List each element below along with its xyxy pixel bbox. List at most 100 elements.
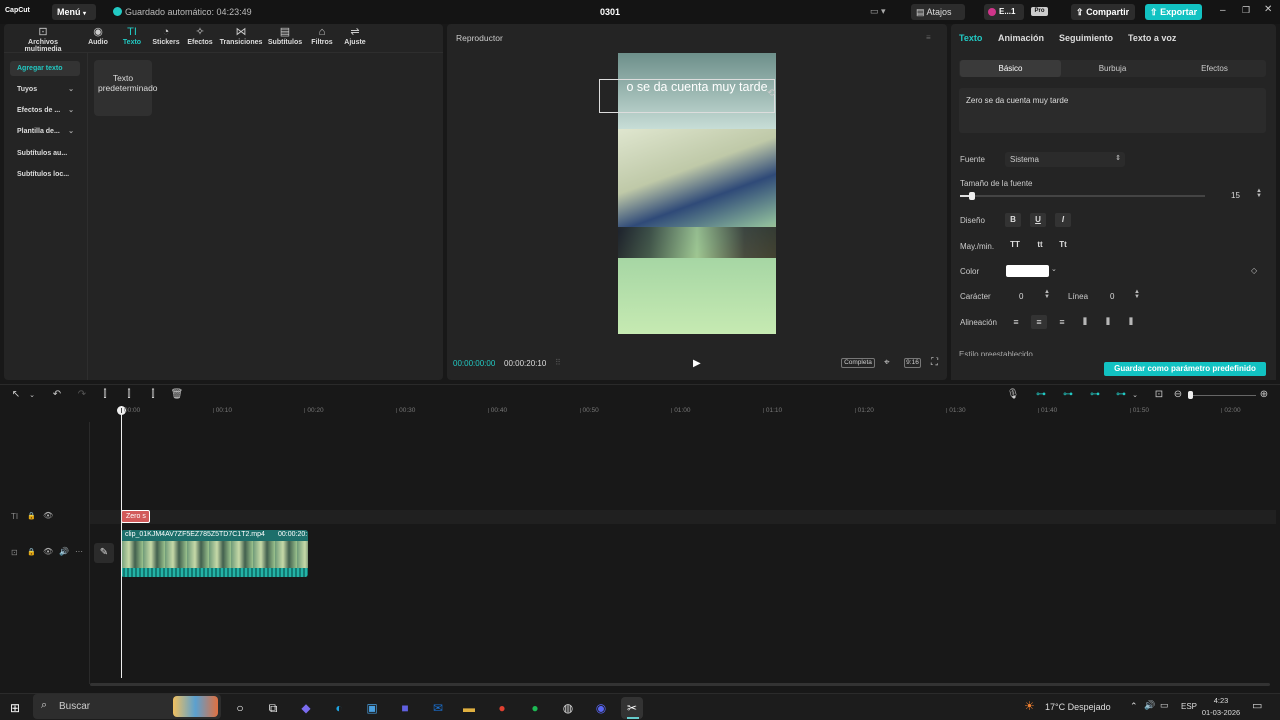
quality-button[interactable]: Completa [841,358,875,368]
font-size-slider[interactable] [960,192,1205,200]
titlecase-button[interactable]: Tt [1055,238,1071,252]
chevron-down-icon[interactable]: ⌄ [1128,391,1142,399]
more-icon[interactable]: ··· [75,547,83,556]
font-select[interactable]: Sistema ⇕ [1005,152,1125,167]
export-button[interactable]: ⇧ Exportar [1145,4,1202,20]
network-icon[interactable]: ▭ [1160,700,1169,711]
align-left-icon[interactable]: ≡ [1008,315,1024,329]
mail-icon[interactable]: ✉ [427,697,449,719]
timecode-grid-icon[interactable]: ⠿ [555,358,561,367]
sidebar-item-effects[interactable]: Efectos de ... ⌄ [10,103,80,118]
eye-icon[interactable]: 👁 [43,547,53,556]
volume-icon[interactable]: 🔊 [1144,700,1155,711]
notifications-icon[interactable]: ▭ [1252,699,1262,712]
discord-icon[interactable]: ◉ [590,697,612,719]
task-view-icon[interactable]: ⧉ [262,697,284,719]
github-icon[interactable]: ◍ [557,697,579,719]
play-icon[interactable]: ▶ [693,358,701,369]
edge-icon[interactable]: ◐ [328,697,350,719]
subtab-bubble[interactable]: Burbuja [1062,60,1163,77]
lock-icon[interactable]: 🔒 [27,512,36,520]
tray-chevron-icon[interactable]: ⌃ [1130,701,1138,712]
tab-animation[interactable]: Animación [998,33,1044,43]
preview-axis-icon[interactable]: ⊶ [1088,389,1102,400]
save-preset-button[interactable]: Guardar como parámetro predefinido [1104,362,1266,376]
player-menu-icon[interactable]: ≡ [926,33,931,42]
share-button[interactable]: ⇪ Compartir [1071,4,1135,20]
sidebar-item-add-text[interactable]: Agregar texto [10,61,80,76]
tool-adjust[interactable]: ⇌ Ajuste [325,26,385,46]
chevron-down-icon[interactable]: ⌄ [1051,265,1057,273]
line-spacing-value[interactable]: 0 [1110,292,1114,301]
tab-tracking[interactable]: Seguimiento [1059,33,1113,43]
text-content-field[interactable]: Zero se da cuenta muy tarde [959,88,1266,133]
zoom-slider[interactable] [1190,395,1256,396]
windows-start-icon[interactable]: ⊞ [4,697,26,719]
tool-media[interactable]: ⊡ Archivos multimedia [13,26,73,53]
bold-button[interactable]: B [1005,213,1021,227]
redo-icon[interactable]: ↷ [75,389,89,400]
weather-text[interactable]: 17°C Despejado [1045,702,1111,712]
text-overlay[interactable]: o se da cuenta muy tarde [620,81,774,94]
font-size-value[interactable]: 15 [1231,191,1240,200]
restore-icon[interactable]: ❐ [1242,5,1250,16]
language-indicator[interactable]: ESP [1181,702,1197,711]
split-right-icon[interactable]: ⫿ [146,389,160,400]
shortcuts-button[interactable]: ▤ Atajos [911,4,965,20]
uppercase-button[interactable]: TT [1007,238,1023,252]
sidebar-item-auto-subtitles[interactable]: Subtítulos au... [10,146,80,161]
align-bottom-icon[interactable]: ⫼ [1123,315,1139,329]
keyframe-icon[interactable]: ◇ [1251,266,1257,275]
chevron-down-icon[interactable]: ⌄ [25,391,39,399]
zoom-in-icon[interactable]: ⊕ [1257,389,1271,400]
sidebar-item-local-subtitles[interactable]: Subtítulos loc... [10,167,80,182]
align-middle-icon[interactable]: ⫼ [1100,315,1116,329]
undo-icon[interactable]: ↶ [50,389,64,400]
split-left-icon[interactable]: ⫿ [122,389,136,400]
tab-text[interactable]: Texto [959,33,982,43]
character-spacing-value[interactable]: 0 [1019,292,1023,301]
eye-icon[interactable]: 👁 [43,511,53,520]
sidebar-item-templates[interactable]: Plantilla de... ⌄ [10,124,80,139]
fullscreen-icon[interactable]: ⛶ [931,357,938,368]
microphone-icon[interactable]: 🎙 [1006,389,1020,400]
app-icon[interactable]: ■ [394,697,416,719]
resize-handle-icon[interactable]: ⟲ [767,88,775,99]
capcut-taskbar-icon[interactable]: ✂ [621,697,643,719]
close-icon[interactable]: ✕ [1264,4,1272,15]
align-top-icon[interactable]: ⫼ [1077,315,1093,329]
split-icon[interactable]: ⫿ [98,389,112,400]
slider-knob[interactable] [969,192,976,200]
align-right-icon[interactable]: ≡ [1054,315,1070,329]
subtab-effects[interactable]: Efectos [1164,60,1265,77]
select-tool-icon[interactable]: ↖ [9,389,23,400]
cover-edit-icon[interactable]: ✎ [94,543,114,563]
zoom-out-icon[interactable]: ⊖ [1171,389,1185,400]
fit-screen-icon[interactable]: ⌖ [884,357,890,368]
spotify-icon[interactable]: ● [524,697,546,719]
underline-button[interactable]: U [1030,213,1046,227]
file-explorer-icon[interactable]: ▬ [458,697,480,719]
text-clip[interactable]: Zero s [121,510,150,523]
video-clip[interactable]: clip_01KJM4AV7ZF5EZ785Z5TD7C1T2.mp4 00:0… [121,530,308,577]
speaker-icon[interactable]: 🔊 [59,547,69,556]
zoom-slider-knob[interactable] [1188,391,1193,399]
clock-date[interactable]: 01-03-2026 [1199,708,1243,717]
link-clips-icon[interactable]: ⊶ [1034,389,1048,400]
clock-time[interactable]: 4:23 [1202,696,1240,705]
lowercase-button[interactable]: tt [1032,238,1048,252]
ratio-button[interactable]: 9:16 [904,358,921,368]
layout-icon[interactable]: ▭ ▾ [870,6,886,17]
cortana-icon[interactable]: ○ [229,697,251,719]
user-account[interactable]: E...1 [984,4,1024,20]
timeline-scrollbar[interactable] [90,683,1270,686]
default-text-card[interactable]: Texto predeterminado [94,60,158,116]
sidebar-item-yours[interactable]: Tuyos ⌄ [10,82,80,97]
line-stepper-icon[interactable]: ▲ ▼ [1134,289,1140,300]
font-size-stepper-icon[interactable]: ▲ ▼ [1256,188,1262,199]
italic-button[interactable]: I [1055,213,1071,227]
snap-icon[interactable]: ⊶ [1114,389,1128,400]
caption-icon[interactable]: ⊡ [1152,389,1166,400]
subtab-basic[interactable]: Básico [960,60,1061,77]
search-box[interactable]: ⌕ Buscar [33,694,221,719]
